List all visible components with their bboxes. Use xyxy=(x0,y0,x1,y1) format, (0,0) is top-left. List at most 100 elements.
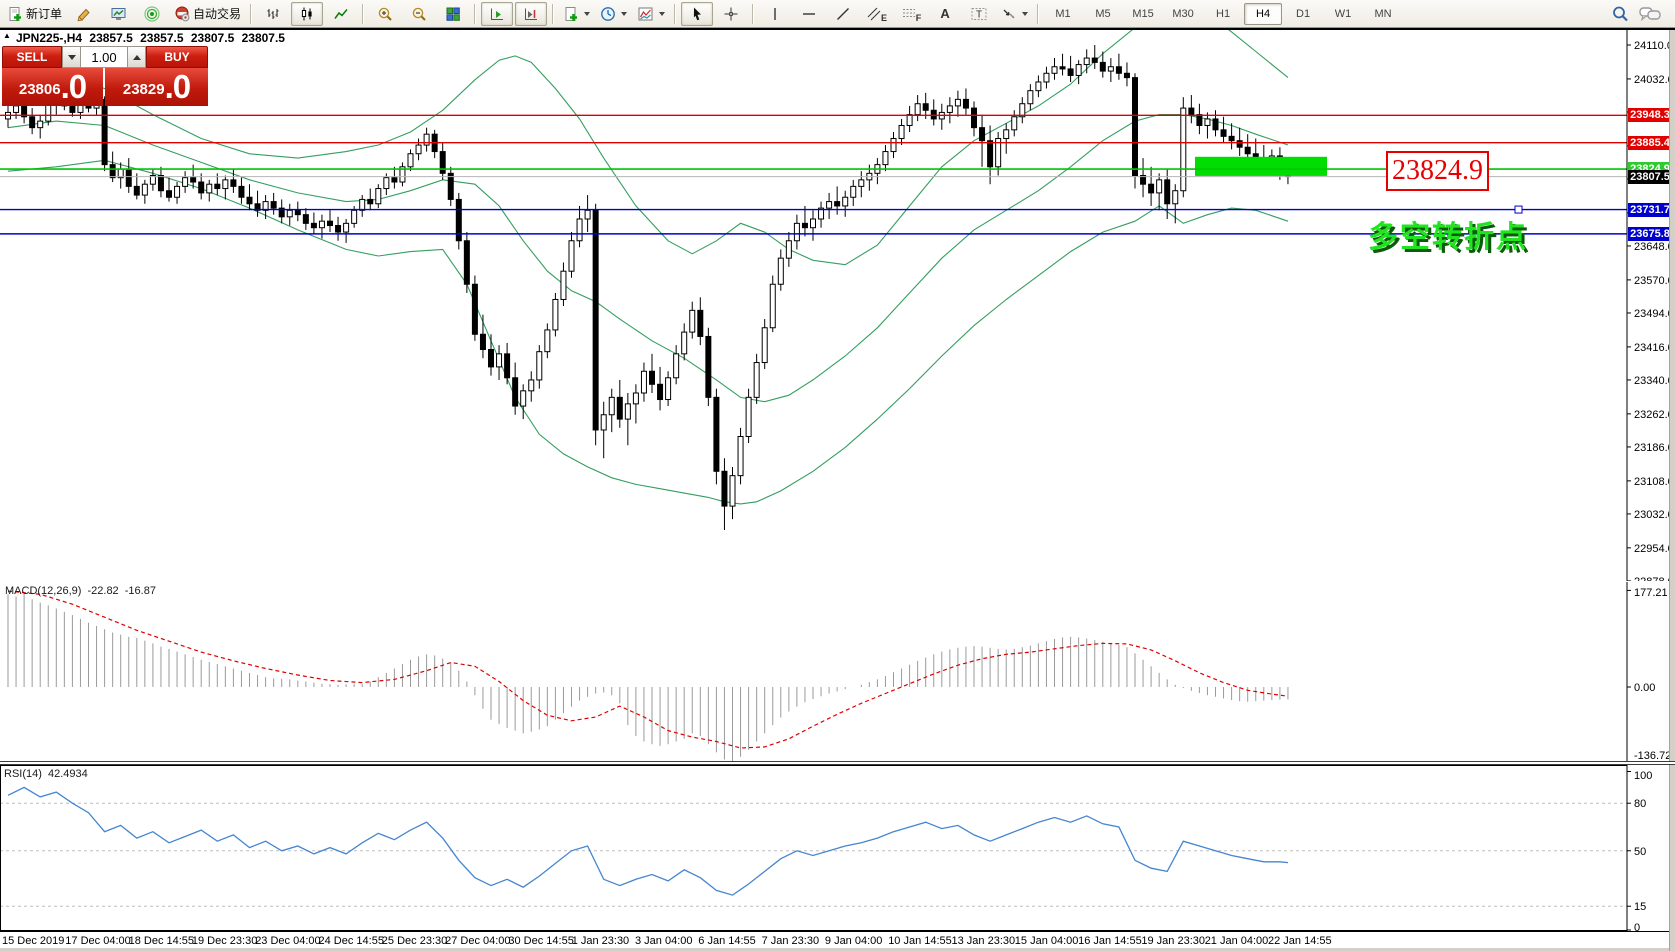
new-order-menu-button[interactable] xyxy=(559,2,594,26)
crosshair-button[interactable] xyxy=(715,2,747,26)
channel-letter: E xyxy=(881,13,887,23)
signal-button[interactable] xyxy=(136,2,168,26)
main-chart-canvas[interactable]: 24110.024032.023956.023878.023802.023724… xyxy=(0,28,1675,581)
sell-button[interactable]: SELL xyxy=(2,46,62,68)
cursor-button[interactable] xyxy=(681,2,713,26)
macd-pane-canvas[interactable]: 177.210.00-136.72 xyxy=(0,582,1675,761)
time-axis-label: 13 Jan 23:30 xyxy=(952,935,1016,947)
arrow-tools-button[interactable] xyxy=(997,2,1032,26)
line-chart-button[interactable] xyxy=(325,2,357,26)
zoom-in-button[interactable] xyxy=(369,2,401,26)
channel-button[interactable]: E xyxy=(861,2,893,26)
fibonacci-icon xyxy=(901,6,917,22)
spinner-down-icon xyxy=(68,55,76,60)
period-menu-icon xyxy=(600,6,616,22)
toolbar-separator xyxy=(474,4,476,24)
timeframe-button-h1[interactable]: H1 xyxy=(1204,3,1242,25)
fibonacci-button[interactable]: F xyxy=(895,2,927,26)
bar-chart-button[interactable] xyxy=(257,2,289,26)
candlestick-chart-button[interactable] xyxy=(291,2,323,26)
svg-text:T: T xyxy=(976,9,982,20)
time-axis-label: 15 Jan 04:00 xyxy=(1015,935,1079,947)
timeframe-button-h4[interactable]: H4 xyxy=(1244,3,1282,25)
candlestick-chart-icon xyxy=(299,6,315,22)
macd-main-value: -22.82 xyxy=(87,585,118,597)
time-axis-label: 3 Jan 04:00 xyxy=(635,935,693,947)
timeframe-button-w1[interactable]: W1 xyxy=(1324,3,1362,25)
text-button[interactable]: A xyxy=(929,2,961,26)
zoom-out-button[interactable] xyxy=(403,2,435,26)
volume-increase-button[interactable] xyxy=(127,46,146,68)
trendline-icon xyxy=(835,6,851,22)
indicators-menu-button[interactable] xyxy=(633,2,669,26)
one-click-trade-panel: SELL BUY 23806.0 23829.0 xyxy=(2,46,208,106)
volume-decrease-button[interactable] xyxy=(62,46,81,68)
bar-chart-icon xyxy=(265,6,281,22)
time-axis[interactable]: 15 Dec 201917 Dec 04:0018 Dec 14:5519 De… xyxy=(0,931,1675,949)
ohlc-close: 23807.5 xyxy=(242,31,285,45)
turning-point-annotation[interactable]: 多空转折点 xyxy=(1368,212,1528,256)
price-axis-tick: 23262.0 xyxy=(1634,409,1674,421)
toolbar-right xyxy=(1611,5,1661,23)
buy-button[interactable]: BUY xyxy=(146,46,208,68)
timeframe-button-m5[interactable]: M5 xyxy=(1084,3,1122,25)
rsi-pane-canvas[interactable]: 1008050150 xyxy=(0,765,1675,931)
sell-price-main: 23806 xyxy=(19,75,61,105)
toolbar-separator xyxy=(250,4,252,24)
channel-icon xyxy=(867,6,881,22)
vertical-line-button[interactable] xyxy=(759,2,791,26)
autoscroll-button[interactable] xyxy=(481,2,513,26)
period-menu-button[interactable] xyxy=(596,2,631,26)
price-axis-tick: 22954.0 xyxy=(1634,543,1674,555)
price-axis-tick: 24032.0 xyxy=(1634,74,1674,86)
price-badge: 23731.7 xyxy=(1628,203,1672,217)
macd-signal-value: -16.87 xyxy=(125,585,156,597)
crosshair-icon xyxy=(723,6,739,22)
chart-shift-button[interactable] xyxy=(515,2,547,26)
price-callout-label[interactable]: 23824.9 xyxy=(1386,151,1489,191)
buy-price[interactable]: 23829.0 xyxy=(105,68,208,106)
trendline-button[interactable] xyxy=(827,2,859,26)
highlight-rectangle[interactable] xyxy=(1195,157,1327,176)
rsi-name: RSI(14) xyxy=(4,768,42,780)
dropdown-caret-icon xyxy=(584,12,590,16)
new-chart-button[interactable] xyxy=(102,2,134,26)
text-icon: A xyxy=(940,6,949,21)
new-order-button[interactable]: 新订单 xyxy=(3,2,66,26)
timeframe-button-d1[interactable]: D1 xyxy=(1284,3,1322,25)
sell-price[interactable]: 23806.0 xyxy=(2,68,103,106)
rsi-axis-tick: 0 xyxy=(1634,922,1640,931)
collapse-panel-icon[interactable]: ▲ xyxy=(3,31,11,40)
price-axis-tick: 23494.0 xyxy=(1634,308,1674,320)
zoom-in-icon xyxy=(377,6,393,22)
price-badge: 23807.5 xyxy=(1628,170,1672,184)
time-axis-label: 1 Jan 23:30 xyxy=(572,935,630,947)
volume-input[interactable] xyxy=(81,46,127,68)
timeframe-button-m30[interactable]: M30 xyxy=(1164,3,1202,25)
label-button[interactable]: T xyxy=(963,2,995,26)
pane-separator[interactable] xyxy=(0,761,1675,765)
new-order-menu-icon xyxy=(563,6,579,22)
rsi-label: RSI(14) 42.4934 xyxy=(4,768,88,780)
buy-price-fraction: .0 xyxy=(165,69,191,105)
time-axis-label: 25 Dec 23:30 xyxy=(382,935,447,947)
time-axis-label: 10 Jan 14:55 xyxy=(888,935,952,947)
search-icon[interactable] xyxy=(1611,5,1629,23)
autotrade-label: 自动交易 xyxy=(193,5,241,22)
dropdown-caret-icon xyxy=(1022,12,1028,16)
price-axis-tick: 23416.0 xyxy=(1634,342,1674,354)
toolbar-separator xyxy=(362,4,364,24)
autoscroll-icon xyxy=(489,6,505,22)
rsi-axis-tick: 50 xyxy=(1634,846,1646,858)
price-axis-tick: 24110.0 xyxy=(1634,40,1673,52)
horizontal-line-button[interactable] xyxy=(793,2,825,26)
tile-windows-button[interactable] xyxy=(437,2,469,26)
autotrade-button[interactable]: 自动交易 xyxy=(170,2,245,26)
timeframe-button-m15[interactable]: M15 xyxy=(1124,3,1162,25)
new-order-icon xyxy=(7,6,23,22)
chat-icon[interactable] xyxy=(1639,5,1661,23)
timeframe-button-mn[interactable]: MN xyxy=(1364,3,1402,25)
styles-button[interactable] xyxy=(68,2,100,26)
timeframe-button-m1[interactable]: M1 xyxy=(1044,3,1082,25)
window-right-edge xyxy=(1669,28,1675,951)
